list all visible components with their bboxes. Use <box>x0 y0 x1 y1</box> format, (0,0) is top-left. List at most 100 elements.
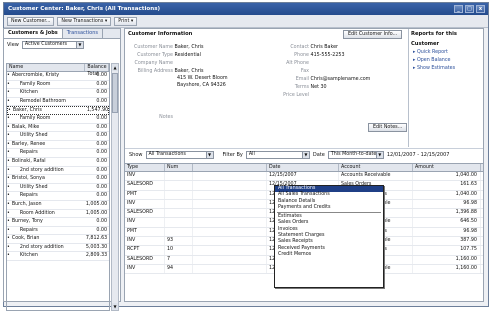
fax-row: Fax <box>275 69 309 74</box>
customer-name: Repairs <box>19 150 38 156</box>
window-title: Customer Center: Baker, Chris (All Trans… <box>8 6 161 12</box>
fax-label: Fax <box>300 69 309 74</box>
terms-row: Terms Net 30 <box>275 85 327 90</box>
scroll-thumb[interactable] <box>112 73 118 113</box>
customer-balance: 0.00 <box>96 176 107 182</box>
table-cell-type: INV <box>125 172 165 181</box>
divider <box>408 29 409 147</box>
list-item[interactable]: • Abercrombie, Kristy 0.00 <box>7 72 109 81</box>
date-range: 12/01/2007 - 12/15/2007 <box>386 151 450 158</box>
menu-item[interactable]: Payments and Credits <box>275 205 383 211</box>
column-header-type[interactable]: Type <box>125 164 165 171</box>
customer-name: Burch, Jason <box>11 201 42 207</box>
view-select[interactable]: Active Customers ▼ <box>21 40 84 49</box>
column-header-amount[interactable]: Amount <box>413 164 481 171</box>
table-cell-num: 10 <box>165 246 193 255</box>
tab-transactions[interactable]: Transactions <box>63 29 103 38</box>
column-header-balance[interactable]: Balance Total <box>85 64 109 77</box>
table-cell-type: INV <box>125 218 165 227</box>
filter-by-select[interactable]: All ▼ <box>245 150 310 159</box>
scroll-up-icon[interactable]: ▲ <box>112 64 118 71</box>
print-button[interactable]: Print ▾ <box>114 16 138 26</box>
company-name-row: Company Name <box>131 61 174 66</box>
date-select-value: This Month-to-date <box>330 152 377 157</box>
table-cell-date: 12/15/2007 <box>267 172 339 181</box>
date-label: Date <box>312 151 325 158</box>
table-cell-amount: 96.98 <box>413 227 481 237</box>
quick-report-label: Quick Report <box>416 50 448 55</box>
phone-label: Phone <box>294 53 309 58</box>
table-cell-blank <box>193 172 267 181</box>
maximize-icon[interactable]: □ <box>465 5 474 13</box>
table-cell-type: SALESORD <box>125 181 165 190</box>
customer-balance: 0.00 <box>96 98 107 104</box>
show-select-value: All Transactions <box>148 152 186 157</box>
list-item[interactable]: • 2nd story addition 0.00 <box>7 167 109 176</box>
list-item[interactable]: • Utility Shed 0.00 <box>7 132 109 141</box>
open-balance-link[interactable]: ▸ Open Balance <box>411 57 483 65</box>
list-item[interactable]: • Repairs 0.00 <box>7 192 109 201</box>
terms-label: Terms <box>294 85 309 90</box>
customer-type-label: Customer Type <box>137 53 173 58</box>
column-header-num[interactable]: Num <box>165 164 193 171</box>
billing-address-line-2: 415 W. Desert Bloom <box>177 76 228 81</box>
table-cell-amount: 96.98 <box>413 199 481 209</box>
table-cell-blank <box>193 246 267 255</box>
customer-balance: 1,005.00 <box>85 201 108 207</box>
list-item[interactable]: • 2nd story addition 5,003.30 <box>7 244 109 253</box>
show-estimates-link[interactable]: ▸ Show Estimates <box>411 65 483 73</box>
customer-balance: 0.00 <box>96 167 107 173</box>
list-item[interactable]: • Cook, Brian 7,812.63 <box>7 235 109 244</box>
list-item[interactable]: • Baker, Chris 1,547.90 <box>7 106 109 115</box>
table-row[interactable]: INV 12/15/2007 Accounts Receivable 1,040.00 <box>125 172 483 182</box>
list-item[interactable]: • Bolinski, Rafal 0.00 <box>7 158 109 167</box>
list-item[interactable]: • Family Room 0.00 <box>7 81 109 90</box>
new-transactions-button[interactable]: New Transactions ▾ <box>57 16 112 26</box>
customer-balance: 2,809.33 <box>85 253 108 259</box>
scroll-down-icon[interactable]: ▼ <box>112 303 118 310</box>
edit-notes-button[interactable]: Edit Notes... <box>368 123 408 132</box>
customer-name: Bristol, Sonya <box>11 176 45 182</box>
list-item[interactable]: • Kitchen 0.00 <box>7 89 109 98</box>
list-item[interactable]: • Barley, Renee 0.00 <box>7 141 109 150</box>
customer-name: Family Room <box>19 81 51 87</box>
quick-report-link[interactable]: ▸ Quick Report <box>411 49 483 57</box>
list-item[interactable]: • Repairs 0.00 <box>7 227 109 236</box>
tab-customers-jobs[interactable]: Customers & Jobs <box>4 29 63 38</box>
list-item[interactable]: • Burch, Jason 1,005.00 <box>7 201 109 210</box>
list-item[interactable]: • Repairs 0.00 <box>7 149 109 158</box>
customer-balance: 0.00 <box>96 219 107 225</box>
list-item[interactable]: • Burney, Tony 0.00 <box>7 218 109 227</box>
table-cell-amount: 1,040.00 <box>413 172 481 181</box>
customer-list-scrollbar[interactable]: ▲ ▼ <box>111 63 119 311</box>
minimize-icon[interactable]: _ <box>454 5 463 13</box>
list-item[interactable]: • Room Addition 1,005.00 <box>7 210 109 219</box>
list-item[interactable]: • Utility Shed 0.00 <box>7 184 109 193</box>
column-header-hidden[interactable] <box>193 164 267 171</box>
table-cell-type: PMT <box>125 190 165 199</box>
customer-name: Balak, Mike <box>11 124 40 130</box>
list-item[interactable]: • Family Room 0.00 <box>7 115 109 124</box>
column-header-account[interactable]: Account <box>339 164 413 171</box>
new-customer-button[interactable]: New Customer... <box>7 16 55 26</box>
list-item[interactable]: • Remodel Bathroom 0.00 <box>7 98 109 107</box>
email-value: Chris@samplename.com <box>310 77 371 82</box>
phone-row: Phone 415-555-2253 <box>275 53 344 58</box>
table-cell-num <box>165 227 193 237</box>
column-header-date[interactable]: Date <box>267 164 339 171</box>
list-item[interactable]: • Bristol, Sonya 0.00 <box>7 175 109 184</box>
close-icon[interactable]: x <box>476 5 485 13</box>
column-header-name[interactable]: Name <box>7 64 86 71</box>
show-select[interactable]: All Transactions ▼ <box>145 150 214 159</box>
table-cell-blank <box>193 190 267 199</box>
list-item[interactable]: • Balak, Mike 0.00 <box>7 124 109 133</box>
contact-row: Contact Chris Baker <box>275 45 338 50</box>
customer-balance: 0.00 <box>96 81 107 87</box>
show-estimates-label: Show Estimates <box>416 66 456 71</box>
list-item[interactable]: • Kitchen 2,809.33 <box>7 252 109 262</box>
edit-customer-info-button[interactable]: Edit Customer Info... <box>343 30 403 39</box>
customer-name: Burney, Tony <box>11 219 43 225</box>
table-cell-blank <box>193 209 267 218</box>
date-select[interactable]: This Month-to-date ▼ <box>327 150 384 159</box>
menu-item[interactable]: Credit Memos <box>275 252 383 258</box>
